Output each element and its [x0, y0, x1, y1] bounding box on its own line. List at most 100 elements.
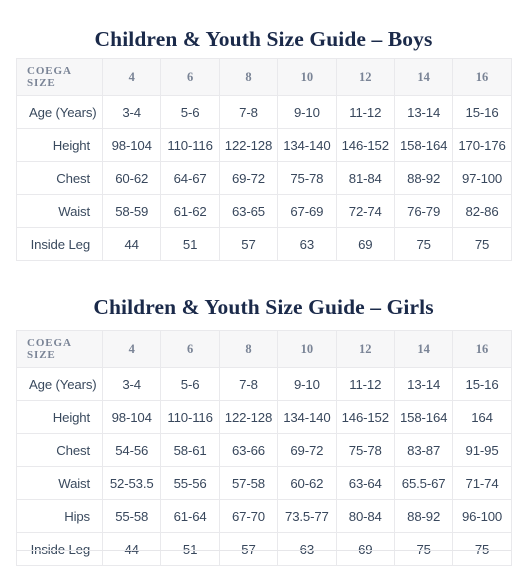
table-row: Waist 58-59 61-62 63-65 67-69 72-74 76-7…	[16, 194, 512, 228]
girls-age-12: 11-12	[335, 367, 395, 401]
boys-inside-leg-12: 69	[335, 227, 395, 261]
girls-height-10: 134-140	[277, 400, 337, 434]
boys-chest-6: 64-67	[160, 161, 220, 195]
girls-header-size-10: 10	[277, 330, 337, 368]
girls-inside-leg-6: 51	[160, 532, 220, 566]
boys-age-6: 5-6	[160, 95, 220, 129]
boys-waist-8: 63-65	[218, 194, 279, 228]
girls-inside-leg-4: 44	[101, 532, 162, 566]
boys-height-6: 110-116	[160, 128, 220, 162]
boys-header-size-16: 16	[452, 58, 512, 96]
boys-age-8: 7-8	[218, 95, 279, 129]
girls-hips-8: 67-70	[218, 499, 279, 533]
boys-waist-14: 76-79	[393, 194, 454, 228]
boys-inside-leg-8: 57	[218, 227, 279, 261]
girls-age-8: 7-8	[218, 367, 279, 401]
girls-chest-4: 54-56	[101, 433, 162, 467]
boys-row-label-waist: Waist	[16, 194, 103, 228]
table-row: Inside Leg 44 51 57 63 69 75 75	[16, 532, 512, 566]
girls-table-header: COEGA SIZE 4 6 8 10 12 14 16	[16, 330, 512, 368]
boys-chest-10: 75-78	[277, 161, 337, 195]
table-row: Chest 54-56 58-61 63-66 69-72 75-78 83-8…	[16, 433, 512, 467]
boys-waist-6: 61-62	[160, 194, 220, 228]
table-header-row: COEGA SIZE 4 6 8 10 12 14 16	[16, 330, 512, 368]
boys-inside-leg-16: 75	[452, 227, 512, 261]
girls-header-coega-size: COEGA SIZE	[16, 330, 103, 368]
boys-inside-leg-10: 63	[277, 227, 337, 261]
girls-chest-12: 75-78	[335, 433, 395, 467]
girls-header-size-14: 14	[393, 330, 454, 368]
girls-chest-10: 69-72	[277, 433, 337, 467]
boys-height-8: 122-128	[218, 128, 279, 162]
girls-waist-16: 71-74	[452, 466, 512, 500]
girls-chest-6: 58-61	[160, 433, 220, 467]
girls-height-4: 98-104	[101, 400, 162, 434]
boys-age-16: 15-16	[452, 95, 512, 129]
girls-waist-12: 63-64	[335, 466, 395, 500]
girls-inside-leg-16: 75	[452, 532, 512, 566]
boys-header-size-10: 10	[277, 58, 337, 96]
girls-header-size-16: 16	[452, 330, 512, 368]
boys-chest-4: 60-62	[101, 161, 162, 195]
girls-waist-14: 65.5-67	[393, 466, 454, 500]
table-row: Hips 55-58 61-64 67-70 73.5-77 80-84 88-…	[16, 499, 512, 533]
table-row: Height 98-104 110-116 122-128 134-140 14…	[16, 400, 512, 434]
girls-row-label-chest: Chest	[16, 433, 103, 467]
boys-age-12: 11-12	[335, 95, 395, 129]
boys-row-label-chest: Chest	[16, 161, 103, 195]
boys-height-4: 98-104	[101, 128, 162, 162]
boys-header-size-8: 8	[218, 58, 279, 96]
girls-age-6: 5-6	[160, 367, 220, 401]
boys-chest-12: 81-84	[335, 161, 395, 195]
girls-header-size-6: 6	[160, 330, 220, 368]
girls-header-size-4: 4	[101, 330, 162, 368]
girls-row-label-hips: Hips	[16, 499, 103, 533]
table-row: Chest 60-62 64-67 69-72 75-78 81-84 88-9…	[16, 161, 512, 195]
boys-header-size-12: 12	[335, 58, 395, 96]
girls-chest-14: 83-87	[393, 433, 454, 467]
boys-header-size-14: 14	[393, 58, 454, 96]
boys-chest-16: 97-100	[452, 161, 512, 195]
girls-hips-14: 88-92	[393, 499, 454, 533]
girls-height-12: 146-152	[335, 400, 395, 434]
girls-waist-6: 55-56	[160, 466, 220, 500]
girls-row-label-inside-leg: Inside Leg	[16, 532, 103, 566]
table-row: Age (Years) 3-4 5-6 7-8 9-10 11-12 13-14…	[16, 95, 512, 129]
boys-age-4: 3-4	[101, 95, 162, 129]
table-row: Age (Years) 3-4 5-6 7-8 9-10 11-12 13-14…	[16, 367, 512, 401]
girls-height-16: 164	[452, 400, 512, 434]
girls-chest-8: 63-66	[218, 433, 279, 467]
girls-age-4: 3-4	[101, 367, 162, 401]
boys-chest-14: 88-92	[393, 161, 454, 195]
boys-age-14: 13-14	[393, 95, 454, 129]
girls-row-label-age: Age (Years)	[16, 367, 103, 401]
table-row: Height 98-104 110-116 122-128 134-140 14…	[16, 128, 512, 162]
girls-age-14: 13-14	[393, 367, 454, 401]
girls-table-body: Age (Years) 3-4 5-6 7-8 9-10 11-12 13-14…	[16, 367, 512, 566]
girls-inside-leg-8: 57	[218, 532, 279, 566]
girls-age-10: 9-10	[277, 367, 337, 401]
girls-chest-16: 91-95	[452, 433, 512, 467]
size-guide-page: Children & Youth Size Guide – Boys COEGA…	[0, 0, 527, 566]
girls-row-label-waist: Waist	[16, 466, 103, 500]
girls-hips-16: 96-100	[452, 499, 512, 533]
boys-inside-leg-14: 75	[393, 227, 454, 261]
boys-header-size-6: 6	[160, 58, 220, 96]
boys-waist-16: 82-86	[452, 194, 512, 228]
girls-waist-10: 60-62	[277, 466, 337, 500]
boys-height-12: 146-152	[335, 128, 395, 162]
boys-table-header: COEGA SIZE 4 6 8 10 12 14 16	[16, 58, 512, 96]
boys-waist-10: 67-69	[277, 194, 337, 228]
girls-row-label-height: Height	[16, 400, 103, 434]
boys-inside-leg-6: 51	[160, 227, 220, 261]
girls-waist-8: 57-58	[218, 466, 279, 500]
girls-header-size-12: 12	[335, 330, 395, 368]
girls-age-16: 15-16	[452, 367, 512, 401]
boys-size-guide-title: Children & Youth Size Guide – Boys	[94, 26, 433, 51]
boys-chest-8: 69-72	[218, 161, 279, 195]
girls-inside-leg-14: 75	[393, 532, 454, 566]
boys-size-table: COEGA SIZE 4 6 8 10 12 14 16 Age (Years)…	[16, 58, 512, 261]
boys-height-14: 158-164	[393, 128, 454, 162]
boys-row-label-height: Height	[16, 128, 103, 162]
girls-hips-4: 55-58	[101, 499, 162, 533]
